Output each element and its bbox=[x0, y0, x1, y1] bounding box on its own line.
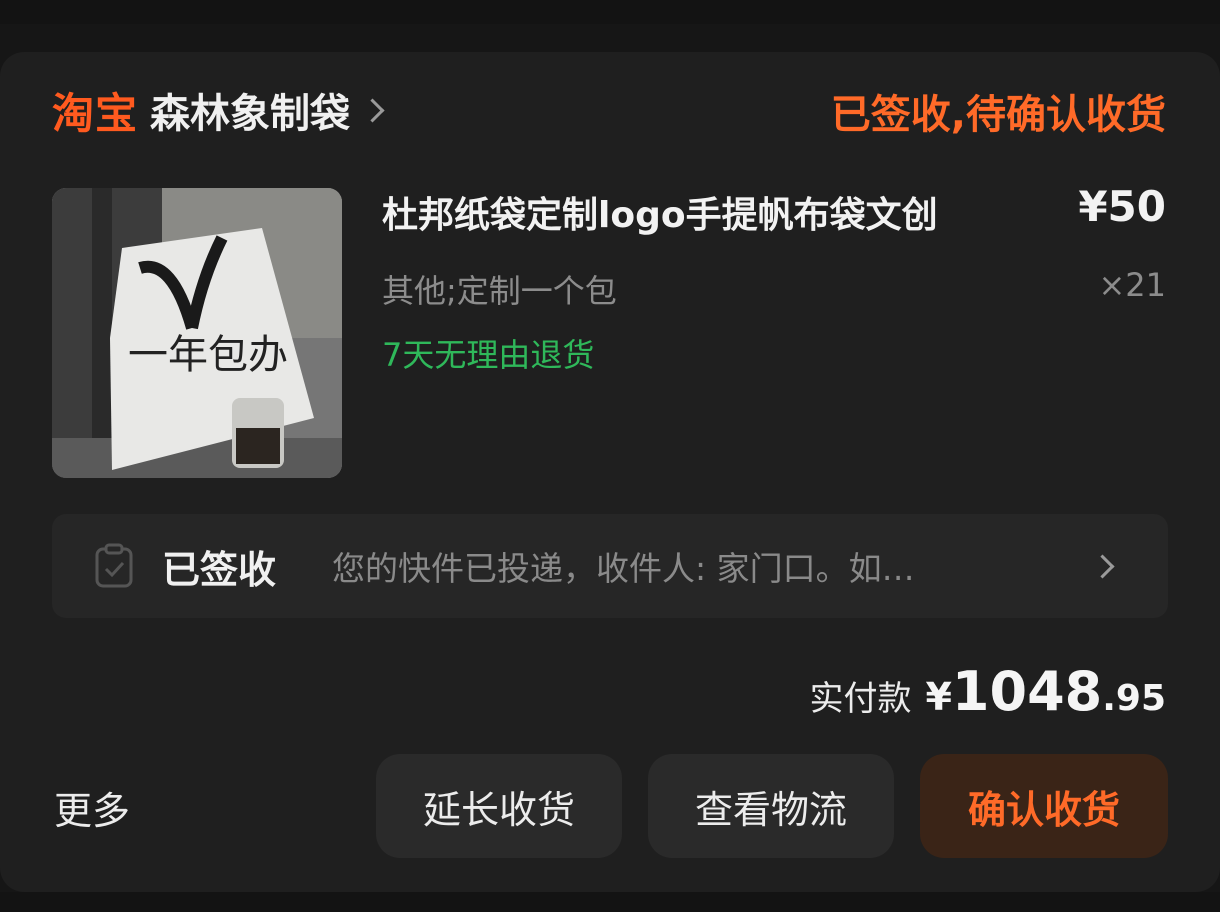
more-button[interactable]: 更多 bbox=[54, 780, 130, 835]
currency-symbol: ¥ bbox=[925, 675, 952, 719]
chevron-right-icon[interactable] bbox=[360, 97, 385, 123]
shop-name[interactable]: 森林象制袋 bbox=[150, 81, 350, 139]
product-spec: 其他;定制一个包 bbox=[382, 272, 617, 310]
product-title[interactable]: 杜邦纸袋定制logo手提帆布袋文创 bbox=[382, 186, 938, 238]
view-logistics-button[interactable]: 查看物流 bbox=[648, 754, 894, 858]
product-quantity: ×21 bbox=[1098, 266, 1166, 304]
chevron-right-icon[interactable] bbox=[1090, 553, 1115, 579]
clipboard-check-icon bbox=[94, 543, 134, 589]
extend-receipt-button[interactable]: 延长收货 bbox=[376, 754, 622, 858]
product-price: ¥50 bbox=[1078, 182, 1166, 231]
logistics-bar[interactable]: 已签收 您的快件已投递，收件人: 家门口。如… bbox=[52, 514, 1168, 618]
payment-summary: 实付款 ¥ 1048 .95 bbox=[809, 660, 1166, 723]
top-strip bbox=[0, 0, 1220, 24]
shop-header[interactable]: 淘宝 森林象制袋 bbox=[52, 78, 385, 142]
taobao-logo: 淘宝 bbox=[52, 88, 139, 138]
product-photo-text: 一年包办 bbox=[128, 332, 288, 378]
payment-decimal: .95 bbox=[1102, 678, 1166, 719]
product-photo: 一年包办 bbox=[52, 188, 342, 478]
confirm-receipt-button[interactable]: 确认收货 bbox=[920, 754, 1168, 858]
bottom-strip bbox=[0, 892, 1220, 912]
return-policy-tag: 7天无理由退货 bbox=[382, 336, 595, 374]
product-image[interactable]: 一年包办 bbox=[52, 188, 342, 478]
payment-integer: 1048 bbox=[951, 660, 1103, 723]
payment-label: 实付款 bbox=[809, 679, 912, 719]
logistics-status: 已签收 bbox=[162, 547, 277, 592]
logistics-description: 您的快件已投递，收件人: 家门口。如… bbox=[332, 549, 915, 588]
order-status: 已签收,待确认收货 bbox=[830, 92, 1166, 138]
